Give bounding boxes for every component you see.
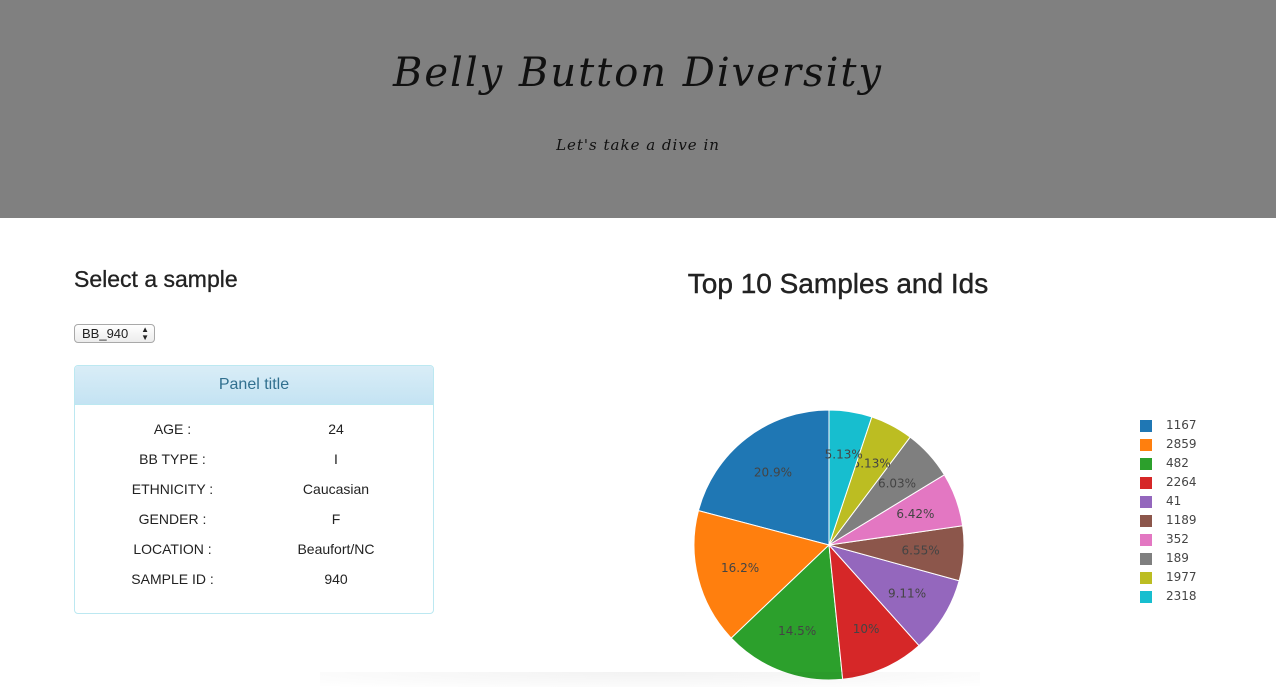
legend-swatch: [1140, 477, 1152, 489]
legend-item-1189[interactable]: 1189: [1140, 513, 1240, 532]
legend-item-352[interactable]: 352: [1140, 532, 1240, 551]
legend-label: 352: [1166, 532, 1189, 546]
legend-swatch: [1140, 534, 1152, 546]
legend-item-2264[interactable]: 2264: [1140, 475, 1240, 494]
pie-slice-label: 5.13%: [825, 447, 863, 461]
chart-legend: 1167 2859 482 2264 41 1189 352 189 1977 2318: [1140, 418, 1240, 608]
legend-item-2859[interactable]: 2859: [1140, 437, 1240, 456]
pie-slice-label: 9.11%: [888, 586, 926, 600]
pie-slice-label: 6.42%: [896, 507, 934, 521]
pie-slice-label: 10%: [853, 622, 880, 636]
legend-label: 1167: [1166, 418, 1197, 432]
legend-label: 2859: [1166, 437, 1197, 451]
legend-label: 1977: [1166, 570, 1197, 584]
legend-label: 189: [1166, 551, 1189, 565]
legend-label: 41: [1166, 494, 1182, 508]
legend-swatch: [1140, 572, 1152, 584]
pie-slice-label: 14.5%: [778, 624, 816, 638]
pie-slice-label: 6.03%: [878, 476, 916, 490]
legend-swatch: [1140, 515, 1152, 527]
legend-swatch: [1140, 439, 1152, 451]
legend-item-41[interactable]: 41: [1140, 494, 1240, 513]
legend-label: 482: [1166, 456, 1189, 470]
legend-item-2318[interactable]: 2318: [1140, 589, 1240, 608]
legend-item-1977[interactable]: 1977: [1140, 570, 1240, 589]
legend-swatch: [1140, 458, 1152, 470]
legend-swatch: [1140, 553, 1152, 565]
pie-chart: 20.9% 16.2% 14.5% 10% 9.11% 6.55% 6.42% 6.03% 5.…: [693, 409, 965, 681]
pie-slice-label: 6.55%: [902, 544, 940, 558]
legend-label: 2318: [1166, 589, 1197, 603]
legend-swatch: [1140, 591, 1152, 603]
legend-label: 2264: [1166, 475, 1197, 489]
legend-item-1167[interactable]: 1167: [1140, 418, 1240, 437]
legend-label: 1189: [1166, 513, 1197, 527]
legend-swatch: [1140, 496, 1152, 508]
legend-item-189[interactable]: 189: [1140, 551, 1240, 570]
legend-swatch: [1140, 420, 1152, 432]
pie-slice-label: 16.2%: [721, 561, 759, 575]
bottom-shadow: [320, 672, 980, 687]
pie-slice-label: 20.9%: [754, 465, 792, 479]
legend-item-482[interactable]: 482: [1140, 456, 1240, 475]
